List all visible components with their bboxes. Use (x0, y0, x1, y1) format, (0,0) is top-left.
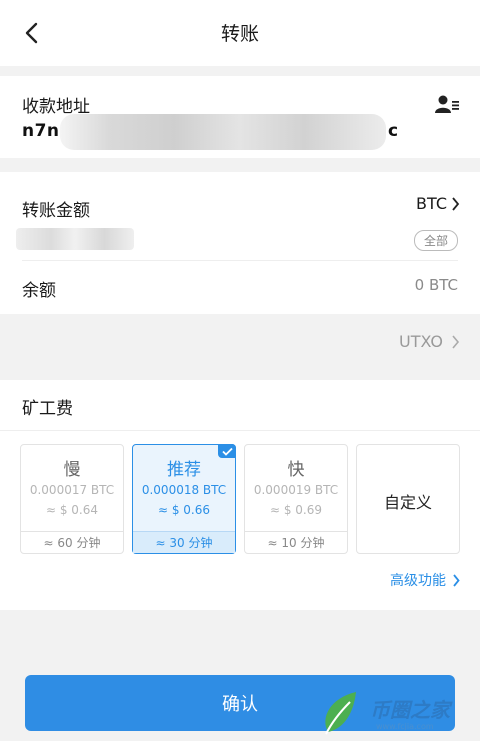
balance-value: 0 BTC (414, 276, 458, 294)
fee-option-usd: ≈ $ 0.64 (45, 503, 99, 517)
fee-option-name: 推荐 (167, 460, 201, 480)
page-title: 转账 (220, 23, 259, 45)
transfer-amount-label: 转账金额 (22, 201, 90, 221)
fee-options: 慢 0.000017 BTC ≈ $ 0.64 ≈ 60 分钟 推荐 0.000… (20, 444, 462, 556)
fee-option-name: 快 (287, 460, 305, 480)
fee-option-time: ≈ 30 分钟 (133, 531, 235, 553)
balance-label: 余额 (22, 281, 56, 301)
address-redaction (60, 114, 386, 150)
miner-fee-label: 矿工费 (22, 399, 73, 419)
chevron-right-icon (453, 573, 460, 587)
transfer-amount-section: 转账金额 BTC 全部 余额 0 BTC (0, 172, 480, 314)
currency-label: BTC (416, 194, 447, 213)
recipient-address-section: 收款地址 n7na c (0, 76, 480, 158)
watermark-text: 币圈之家 (370, 698, 450, 722)
fee-option-fast[interactable]: 快 0.000019 BTC ≈ $ 0.69 ≈ 10 分钟 (244, 444, 348, 554)
fee-option-usd: ≈ $ 0.66 (157, 503, 211, 517)
fee-option-slow[interactable]: 慢 0.000017 BTC ≈ $ 0.64 ≈ 60 分钟 (20, 444, 124, 554)
all-amount-button[interactable]: 全部 (413, 230, 458, 251)
fee-option-name: 慢 (63, 460, 81, 480)
fee-option-recommended[interactable]: 推荐 0.000018 BTC ≈ $ 0.66 ≈ 30 分钟 (132, 444, 236, 554)
fee-option-usd: ≈ $ 0.69 (269, 503, 323, 517)
fee-option-time: ≈ 10 分钟 (245, 531, 347, 553)
fee-option-btc: 0.000017 BTC (29, 483, 115, 497)
advanced-features-link[interactable]: 高级功能 (390, 570, 460, 590)
miner-fee-section: 矿工费 慢 0.000017 BTC ≈ $ 0.64 ≈ 60 分钟 推荐 0… (0, 380, 480, 610)
fee-option-btc: 0.000019 BTC (253, 483, 339, 497)
currency-selector[interactable]: BTC (416, 194, 460, 213)
chevron-right-icon (452, 196, 460, 211)
fee-option-custom[interactable]: 自定义 (356, 444, 460, 554)
contact-book-icon[interactable] (434, 94, 460, 114)
utxo-row: UTXO (0, 320, 480, 366)
amount-input[interactable] (16, 228, 134, 250)
watermark-url: www.fcjia.com (376, 722, 434, 731)
advanced-features-label: 高级功能 (390, 573, 446, 589)
divider (0, 430, 480, 431)
utxo-link[interactable]: UTXO (399, 332, 460, 351)
utxo-label: UTXO (398, 332, 443, 351)
leaf-logo-icon (325, 692, 356, 735)
custom-fee-label: 自定义 (383, 493, 432, 512)
fee-option-time: ≈ 60 分钟 (21, 531, 123, 553)
chevron-right-icon (452, 334, 460, 349)
fee-option-btc: 0.000018 BTC (141, 483, 227, 497)
watermark-logo: 币圈之家 www.fcjia.com (318, 688, 478, 738)
divider (22, 260, 458, 261)
top-bar: 转账 (0, 0, 480, 66)
address-suffix: c (388, 121, 399, 141)
